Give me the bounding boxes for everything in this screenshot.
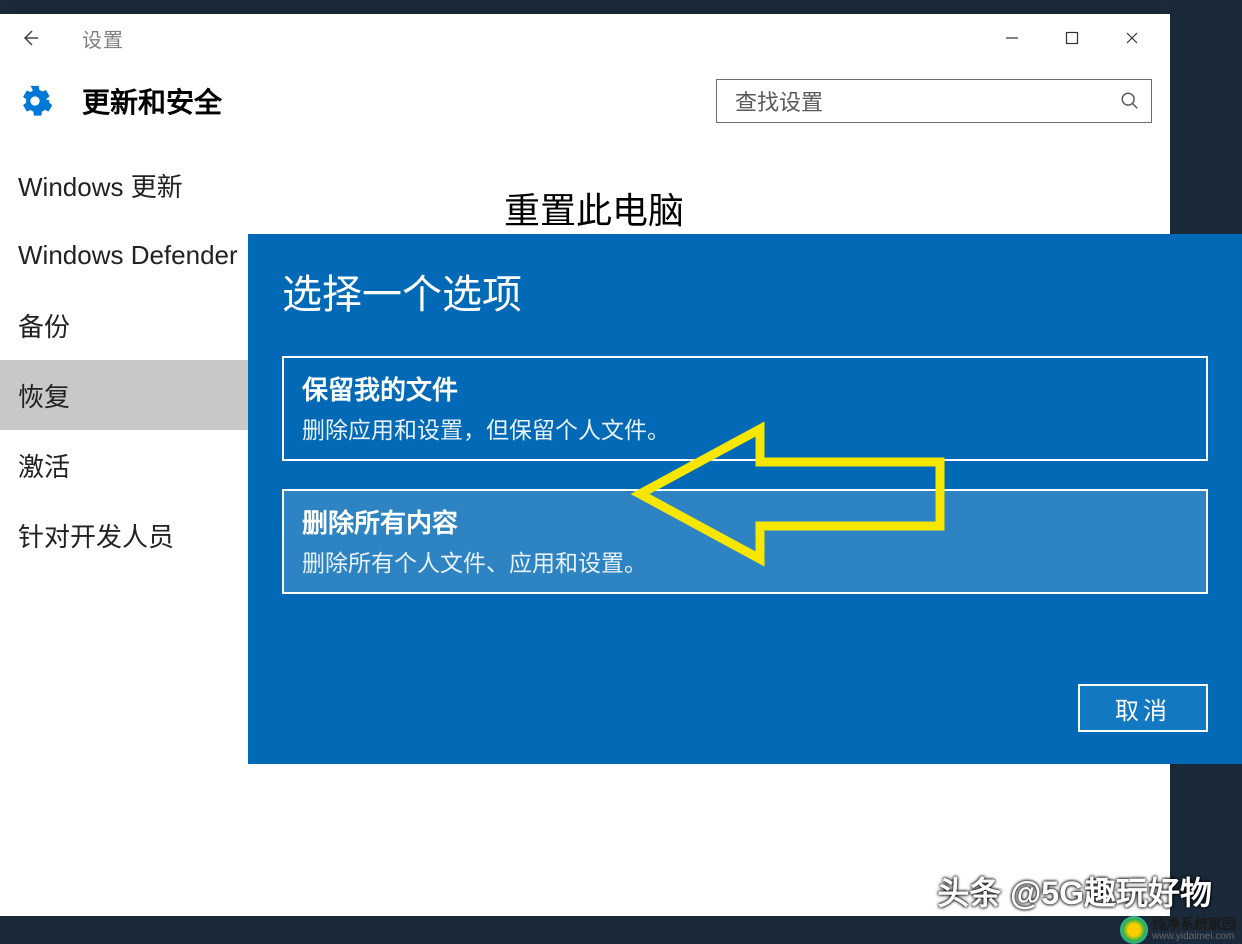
option-desc: 删除所有个人文件、应用和设置。 (302, 544, 1188, 578)
search-icon (1119, 90, 1141, 112)
dialog-title: 选择一个选项 (282, 262, 1208, 320)
headline-icon (901, 876, 931, 906)
sidebar-item-label: Windows Defender (18, 240, 238, 271)
section-title: 更新和安全 (82, 81, 222, 121)
app-title: 设置 (82, 24, 124, 53)
sidebar-item-label: 备份 (18, 307, 70, 344)
reset-options-dialog: 选择一个选项 保留我的文件 删除应用和设置，但保留个人文件。 删除所有内容 删除… (248, 234, 1242, 764)
brand-logo-icon (1120, 916, 1148, 944)
watermark-source: 头条 @5G趣玩好物 (901, 868, 1212, 914)
close-button[interactable] (1102, 18, 1162, 58)
gear-icon (18, 84, 52, 118)
maximize-icon (1065, 31, 1079, 45)
option-remove-everything[interactable]: 删除所有内容 删除所有个人文件、应用和设置。 (282, 489, 1208, 594)
close-icon (1125, 31, 1139, 45)
cancel-button[interactable]: 取消 (1078, 684, 1208, 732)
page-title: 重置此电脑 (504, 182, 1170, 234)
arrow-left-icon (18, 26, 42, 50)
watermark-brand: 纯净系统家园 www.yidaimei.com (1120, 916, 1236, 944)
brand-name: 纯净系统家园 (1152, 917, 1236, 932)
option-title: 删除所有内容 (302, 503, 1188, 540)
search-placeholder: 查找设置 (735, 85, 1119, 117)
option-desc: 删除应用和设置，但保留个人文件。 (302, 411, 1188, 445)
sidebar-item-label: 恢复 (18, 377, 70, 414)
cancel-label: 取消 (1115, 691, 1171, 726)
sidebar-item-label: 激活 (18, 447, 70, 484)
watermark-source-text: 头条 @5G趣玩好物 (937, 868, 1212, 914)
option-title: 保留我的文件 (302, 370, 1188, 407)
maximize-button[interactable] (1042, 18, 1102, 58)
sidebar-item-label: Windows 更新 (18, 167, 183, 204)
brand-text: 纯净系统家园 www.yidaimei.com (1152, 917, 1236, 942)
header: 更新和安全 查找设置 (0, 62, 1170, 140)
minimize-icon (1005, 31, 1019, 45)
brand-url: www.yidaimei.com (1152, 932, 1236, 943)
option-keep-files[interactable]: 保留我的文件 删除应用和设置，但保留个人文件。 (282, 356, 1208, 461)
search-input[interactable]: 查找设置 (716, 79, 1152, 123)
back-button[interactable] (10, 18, 50, 58)
window-controls (982, 18, 1162, 58)
titlebar: 设置 (0, 14, 1170, 62)
minimize-button[interactable] (982, 18, 1042, 58)
sidebar-item-label: 针对开发人员 (18, 517, 174, 554)
sidebar-item-windows-update[interactable]: Windows 更新 (0, 150, 470, 220)
